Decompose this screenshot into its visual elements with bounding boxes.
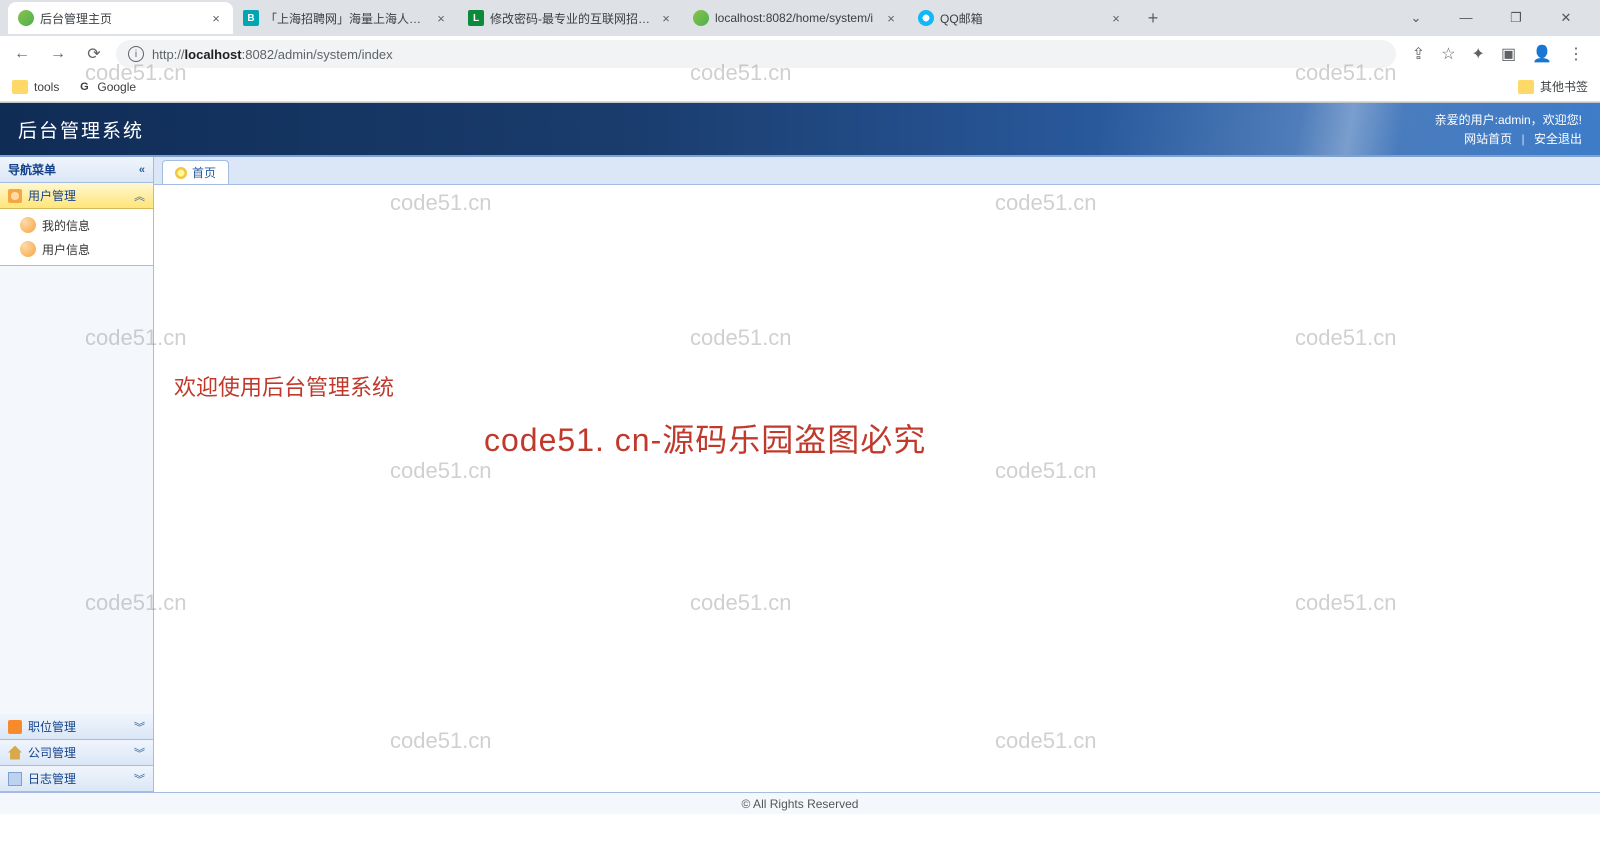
footer: © All Rights Reserved — [0, 792, 1600, 814]
chevron-down-icon: ︾ — [134, 745, 145, 761]
browser-tab-2[interactable]: L 修改密码-最专业的互联网招聘平 × — [458, 2, 683, 34]
app-root: 后台管理系统 亲爱的用户:admin，欢迎您! 网站首页 | 安全退出 导航菜单… — [0, 103, 1600, 814]
folder-icon — [1518, 80, 1534, 94]
acc-user-head[interactable]: 用户管理 ︽ — [0, 183, 153, 209]
collapse-icon[interactable]: « — [139, 164, 145, 176]
close-icon[interactable]: × — [1109, 11, 1123, 25]
address-bar: ← → ⟳ i http://localhost:8082/admin/syst… — [0, 36, 1600, 72]
app-body: 导航菜单 « 用户管理 ︽ 我的信息 用户信息 — [0, 155, 1600, 792]
link-logout[interactable]: 安全退出 — [1534, 132, 1582, 146]
browser-tab-3[interactable]: localhost:8082/home/system/i × — [683, 2, 908, 34]
url-text: http://localhost:8082/admin/system/index — [152, 47, 393, 62]
copyright-text: © All Rights Reserved — [742, 797, 859, 811]
app-header: 后台管理系统 亲爱的用户:admin，欢迎您! 网站首页 | 安全退出 — [0, 103, 1600, 155]
home-icon — [8, 746, 22, 760]
tab-title: QQ邮箱 — [940, 10, 1103, 27]
person-icon — [20, 241, 36, 257]
window-controls: ⌄ ― ❐ ✕ — [1402, 10, 1592, 26]
panel-icon[interactable]: ▣ — [1501, 44, 1516, 64]
reload-button[interactable]: ⟳ — [80, 40, 108, 68]
leaf-icon — [693, 10, 709, 26]
tab-title: localhost:8082/home/system/i — [715, 11, 878, 25]
close-icon[interactable]: × — [209, 11, 223, 25]
acc-log-head[interactable]: 日志管理 ︾ — [0, 766, 153, 792]
bookmark-star-icon[interactable]: ☆ — [1441, 44, 1455, 64]
close-icon[interactable]: × — [434, 11, 448, 25]
acc-company-head[interactable]: 公司管理 ︾ — [0, 740, 153, 766]
close-window-icon[interactable]: ✕ — [1552, 10, 1580, 26]
tab-title: 「上海招聘网」海量上海人才招 — [265, 10, 428, 27]
folder-icon — [12, 80, 28, 94]
log-icon — [8, 772, 22, 786]
site-b-icon: B — [243, 10, 259, 26]
bookmark-tools[interactable]: tools — [12, 80, 59, 94]
tab-title: 修改密码-最专业的互联网招聘平 — [490, 10, 653, 27]
acc-user-body: 我的信息 用户信息 — [0, 209, 153, 265]
content-panel: 欢迎使用后台管理系统 code51. cn-源码乐园盗图必究 — [154, 185, 1600, 792]
tab-home[interactable]: 首页 — [162, 160, 229, 184]
site-info-icon[interactable]: i — [128, 46, 144, 62]
extensions-icon[interactable]: ✦ — [1472, 44, 1485, 64]
leaf-icon — [18, 10, 34, 26]
link-site-home[interactable]: 网站首页 — [1464, 132, 1512, 146]
anti-copy-watermark: code51. cn-源码乐园盗图必究 — [484, 415, 926, 461]
maximize-icon[interactable]: ❐ — [1502, 10, 1530, 26]
menu-icon[interactable]: ⋮ — [1568, 44, 1584, 64]
sidebar-bottom: 职位管理 ︾ 公司管理 ︾ 日志管理 ︾ — [0, 714, 153, 792]
toolbar-icons: ⇪ ☆ ✦ ▣ 👤 ⋮ — [1404, 44, 1592, 64]
new-tab-button[interactable]: + — [1139, 4, 1167, 32]
welcome-user-text: 亲爱的用户:admin，欢迎您! — [1435, 111, 1582, 128]
app-title: 后台管理系统 — [18, 116, 144, 143]
chevron-down-icon: ︾ — [134, 771, 145, 787]
browser-tab-4[interactable]: QQ邮箱 × — [908, 2, 1133, 34]
sidebar: 导航菜单 « 用户管理 ︽ 我的信息 用户信息 — [0, 157, 154, 792]
welcome-text: 欢迎使用后台管理系统 — [174, 370, 394, 402]
acc-user: 用户管理 ︽ 我的信息 用户信息 — [0, 183, 153, 266]
tab-strip: 后台管理主页 × B 「上海招聘网」海量上海人才招 × L 修改密码-最专业的互… — [0, 0, 1600, 36]
nav-menu-header[interactable]: 导航菜单 « — [0, 157, 153, 183]
forward-button[interactable]: → — [44, 40, 72, 68]
bookmark-other[interactable]: 其他书签 — [1518, 78, 1588, 95]
google-icon: G — [77, 80, 91, 94]
share-icon[interactable]: ⇪ — [1412, 44, 1425, 64]
close-icon[interactable]: × — [659, 11, 673, 25]
url-input[interactable]: i http://localhost:8082/admin/system/ind… — [116, 40, 1396, 68]
bookmarks-bar: tools GGoogle 其他书签 — [0, 72, 1600, 102]
acc-position-head[interactable]: 职位管理 ︾ — [0, 714, 153, 740]
sidebar-item-user-info[interactable]: 用户信息 — [0, 237, 153, 261]
bulb-icon — [175, 167, 187, 179]
tab-title: 后台管理主页 — [40, 10, 203, 27]
user-group-icon — [8, 189, 22, 203]
chevron-up-icon: ︽ — [134, 188, 145, 204]
qq-icon — [918, 10, 934, 26]
browser-tab-0[interactable]: 后台管理主页 × — [8, 2, 233, 34]
main-area: 首页 欢迎使用后台管理系统 code51. cn-源码乐园盗图必究 — [154, 157, 1600, 792]
site-l-icon: L — [468, 10, 484, 26]
minimize-icon[interactable]: ― — [1452, 10, 1480, 26]
chevron-down-icon: ︾ — [134, 719, 145, 735]
sidebar-item-my-info[interactable]: 我的信息 — [0, 213, 153, 237]
close-icon[interactable]: × — [884, 11, 898, 25]
bookmark-google[interactable]: GGoogle — [77, 80, 136, 94]
user-panel: 亲爱的用户:admin，欢迎您! 网站首页 | 安全退出 — [1435, 111, 1582, 147]
chevron-down-icon[interactable]: ⌄ — [1402, 10, 1430, 26]
rss-icon — [8, 720, 22, 734]
browser-chrome: 后台管理主页 × B 「上海招聘网」海量上海人才招 × L 修改密码-最专业的互… — [0, 0, 1600, 103]
browser-tab-1[interactable]: B 「上海招聘网」海量上海人才招 × — [233, 2, 458, 34]
back-button[interactable]: ← — [8, 40, 36, 68]
profile-icon[interactable]: 👤 — [1532, 44, 1552, 64]
person-icon — [20, 217, 36, 233]
content-tabstrip: 首页 — [154, 157, 1600, 185]
